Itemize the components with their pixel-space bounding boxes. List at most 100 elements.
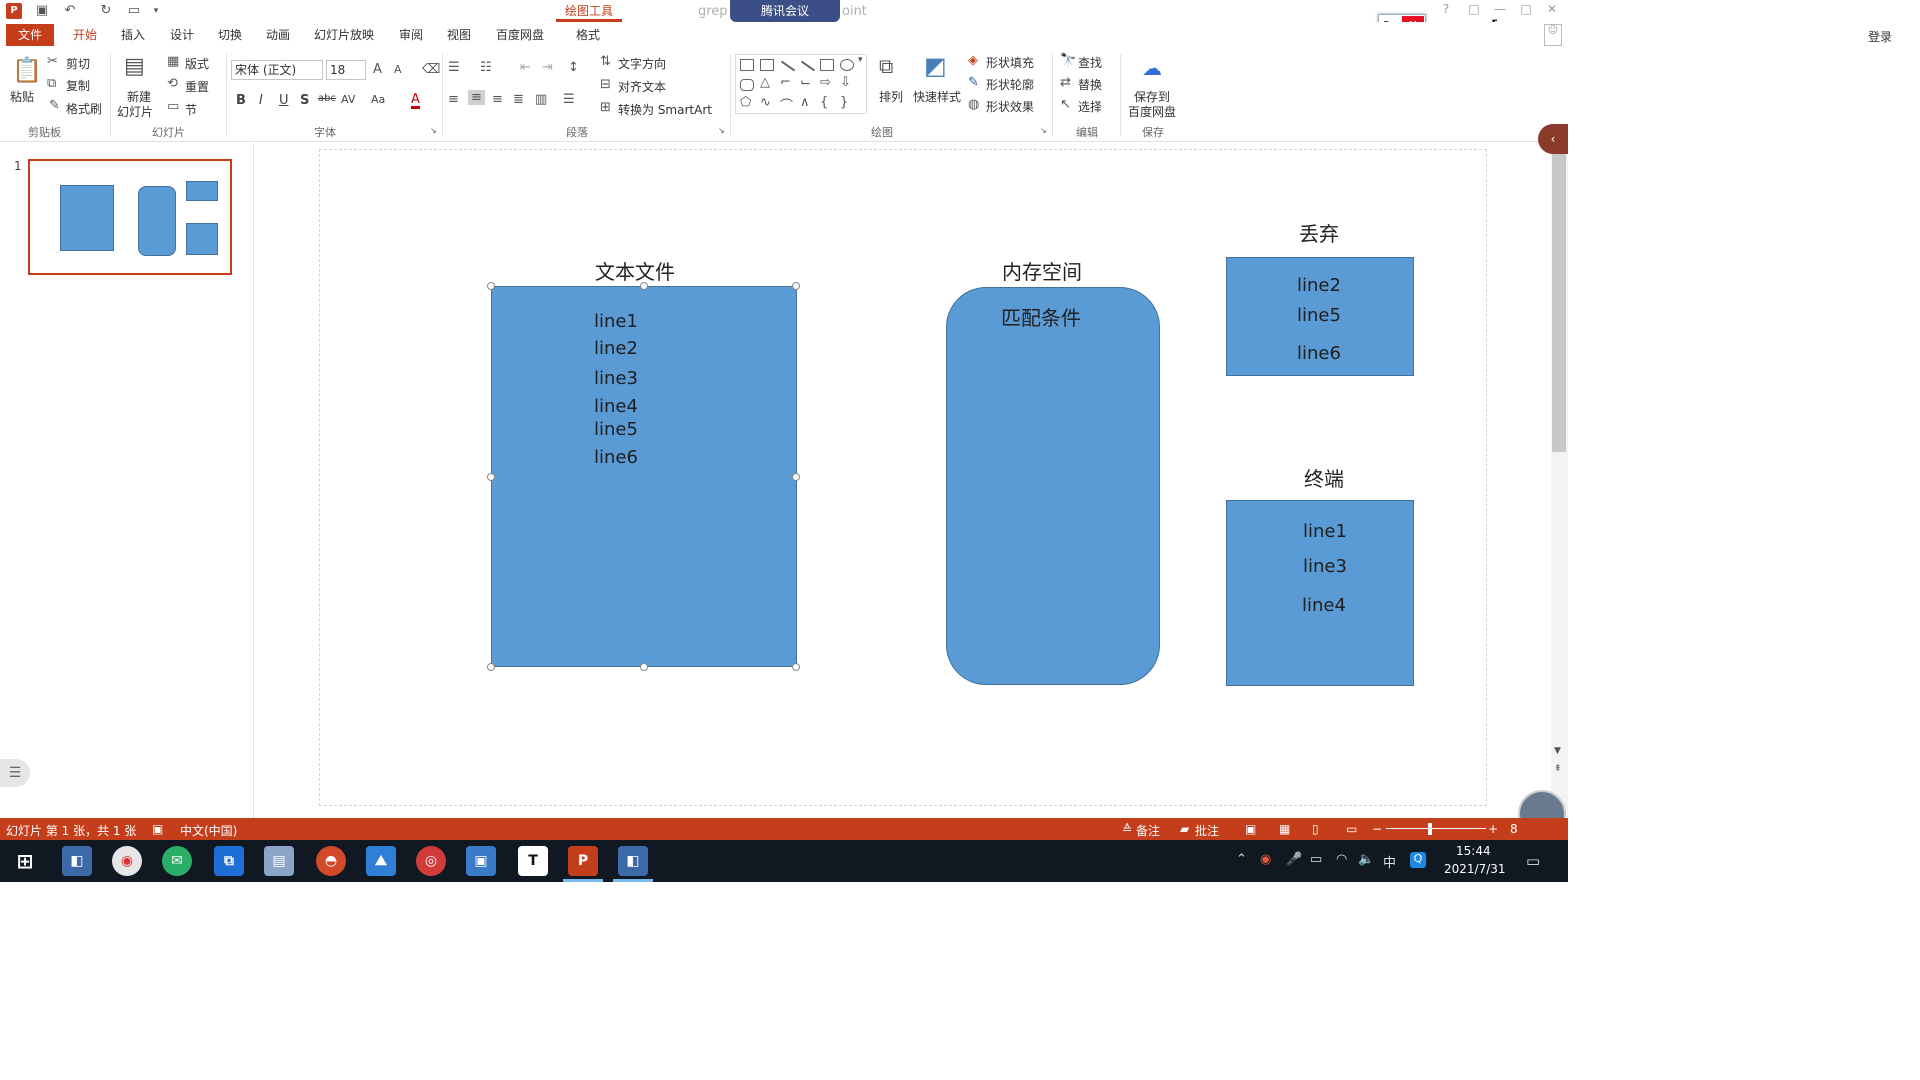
- align-center-icon[interactable]: ≡: [468, 90, 485, 105]
- font-dialog-launcher-icon[interactable]: ↘: [430, 126, 437, 135]
- selection-handle[interactable]: [792, 473, 800, 481]
- side-panel-toggle-icon[interactable]: ‹: [1538, 124, 1568, 154]
- photos-icon[interactable]: ⛰: [366, 846, 396, 876]
- paragraph-dialog-launcher-icon[interactable]: ↘: [718, 126, 725, 135]
- increase-indent-icon[interactable]: ⇥: [542, 60, 553, 75]
- paste-icon[interactable]: 📋: [12, 56, 42, 84]
- slide-canvas[interactable]: 文本文件 line1 line2 line3 line4 line5 line6…: [319, 149, 1487, 806]
- selection-handle[interactable]: [792, 663, 800, 671]
- chrome-icon[interactable]: ◉: [112, 846, 142, 876]
- tab-format[interactable]: 格式: [576, 26, 600, 43]
- right-arrow-shape-icon[interactable]: ⇨: [820, 75, 831, 90]
- text-direction-button[interactable]: 文字方向: [618, 55, 666, 72]
- terminal-caption[interactable]: 终端: [1304, 463, 1344, 492]
- microphone-icon[interactable]: 🎤: [1286, 852, 1302, 867]
- tencent-meeting-banner[interactable]: 腾讯会议: [730, 0, 840, 22]
- selection-handle[interactable]: [640, 282, 648, 290]
- terminal-box[interactable]: line1 line3 line4: [1226, 500, 1414, 686]
- tool-app-icon[interactable]: ◓: [316, 846, 346, 876]
- section-button[interactable]: 节: [185, 101, 197, 118]
- input-method-indicator[interactable]: 中: [1383, 852, 1396, 871]
- font-size-select[interactable]: 18: [326, 60, 366, 80]
- line-spacing-icon[interactable]: ↕: [568, 60, 579, 75]
- rectangle-shape-icon[interactable]: [820, 59, 834, 71]
- powerpoint-taskbar-icon[interactable]: P: [568, 846, 598, 876]
- vertical-scrollbar-thumb[interactable]: [1552, 152, 1566, 452]
- text-shadow-button[interactable]: S: [300, 93, 309, 108]
- tab-slideshow[interactable]: 幻灯片放映: [314, 26, 374, 43]
- record-status-icon[interactable]: ◉: [1260, 852, 1271, 867]
- tab-review[interactable]: 审阅: [399, 26, 423, 43]
- font-name-select[interactable]: 宋体 (正文): [231, 60, 323, 80]
- text-file-box[interactable]: line1 line2 line3 line4 line5 line6: [491, 286, 797, 667]
- notification-center-icon[interactable]: ▭: [1526, 852, 1540, 870]
- arc-shape-icon[interactable]: ⌒: [780, 95, 793, 114]
- find-button[interactable]: 查找: [1078, 54, 1102, 71]
- drawing-dialog-launcher-icon[interactable]: ↘: [1040, 126, 1047, 135]
- strikethrough-button[interactable]: abc: [318, 93, 336, 104]
- zoom-in-icon[interactable]: +: [1488, 822, 1498, 836]
- columns-icon[interactable]: ☰: [563, 92, 575, 107]
- undo-icon[interactable]: ↶: [62, 3, 78, 19]
- save-icon[interactable]: ▣: [34, 3, 50, 19]
- textbox-shape-icon[interactable]: [740, 59, 754, 71]
- format-painter-button[interactable]: 格式刷: [66, 100, 102, 117]
- typora-icon[interactable]: T: [518, 846, 548, 876]
- tab-transitions[interactable]: 切换: [218, 26, 242, 43]
- quick-styles-button[interactable]: 快速样式: [913, 88, 961, 105]
- notes-button[interactable]: 备注: [1136, 822, 1160, 839]
- memory-box[interactable]: 匹配条件: [946, 287, 1160, 685]
- previous-slide-icon[interactable]: ⇞: [1554, 764, 1562, 774]
- network-tool-icon[interactable]: ▣: [466, 846, 496, 876]
- tab-animations[interactable]: 动画: [266, 26, 290, 43]
- bullets-icon[interactable]: ☰: [448, 60, 460, 75]
- italic-button[interactable]: I: [259, 93, 263, 108]
- volume-icon[interactable]: 🔈: [1358, 852, 1374, 867]
- clear-formatting-icon[interactable]: ⌫: [422, 62, 440, 77]
- qq-tray-icon[interactable]: Q: [1410, 852, 1426, 868]
- new-slide-button-line2[interactable]: 幻灯片: [117, 103, 153, 120]
- grow-font-icon[interactable]: A: [373, 62, 382, 77]
- shrink-font-icon[interactable]: A: [394, 63, 402, 76]
- bold-button[interactable]: B: [236, 93, 246, 108]
- selection-handle[interactable]: [640, 663, 648, 671]
- normal-view-icon[interactable]: ▣: [1245, 822, 1256, 836]
- tab-view[interactable]: 视图: [447, 26, 471, 43]
- close-icon[interactable]: ✕: [1542, 2, 1562, 20]
- selection-handle[interactable]: [487, 663, 495, 671]
- show-hidden-icons-icon[interactable]: ⌃: [1236, 852, 1247, 867]
- align-text-button[interactable]: 对齐文本: [618, 78, 666, 95]
- elbow-arrow-shape-icon[interactable]: ⌙: [800, 75, 811, 90]
- file-tab[interactable]: 文件: [6, 24, 54, 46]
- zoom-slider-track[interactable]: [1386, 828, 1486, 829]
- shape-gallery[interactable]: △ ⌐ ⌙ ⇨ ⇩ ⬠ ∿ ⌒ ∧ { } ▾: [735, 54, 867, 114]
- selection-handle[interactable]: [487, 473, 495, 481]
- text-file-caption[interactable]: 文本文件: [595, 256, 675, 285]
- align-right-icon[interactable]: ≡: [492, 92, 503, 107]
- justify-icon[interactable]: ≣: [513, 92, 524, 107]
- customize-quick-access-icon[interactable]: ▾: [148, 3, 164, 19]
- slide-thumbnail[interactable]: [28, 159, 232, 275]
- align-left-icon[interactable]: ≡: [448, 92, 459, 107]
- account-avatar-icon[interactable]: ☺: [1544, 24, 1562, 46]
- left-brace-shape-icon[interactable]: {: [820, 95, 828, 110]
- selection-handle[interactable]: [792, 282, 800, 290]
- clock-time[interactable]: 15:44: [1456, 844, 1491, 858]
- help-icon[interactable]: ?: [1436, 2, 1456, 20]
- notes-pane-toggle-icon[interactable]: ☰: [0, 759, 30, 787]
- change-case-button[interactable]: Aa: [371, 93, 385, 106]
- distributed-icon[interactable]: ▥: [535, 92, 547, 107]
- discard-box[interactable]: line2 line5 line6: [1226, 257, 1414, 376]
- underline-button[interactable]: U: [279, 93, 289, 108]
- comments-button[interactable]: 批注: [1195, 822, 1219, 839]
- arrow-shape-icon[interactable]: [800, 60, 816, 72]
- shape-fill-button[interactable]: 形状填充: [986, 54, 1034, 71]
- shape-gallery-more-icon[interactable]: ▾: [858, 55, 863, 65]
- taskbar-app-image-viewer-icon[interactable]: ◧: [62, 846, 92, 876]
- taskbar-app-recorder-icon[interactable]: ◧: [618, 846, 648, 876]
- clock-date[interactable]: 2021/7/31: [1444, 862, 1506, 876]
- tab-home[interactable]: 开始: [73, 26, 97, 43]
- character-spacing-button[interactable]: AV: [341, 93, 355, 106]
- elbow-connector-shape-icon[interactable]: ⌐: [780, 75, 791, 90]
- decrease-indent-icon[interactable]: ⇤: [520, 60, 531, 75]
